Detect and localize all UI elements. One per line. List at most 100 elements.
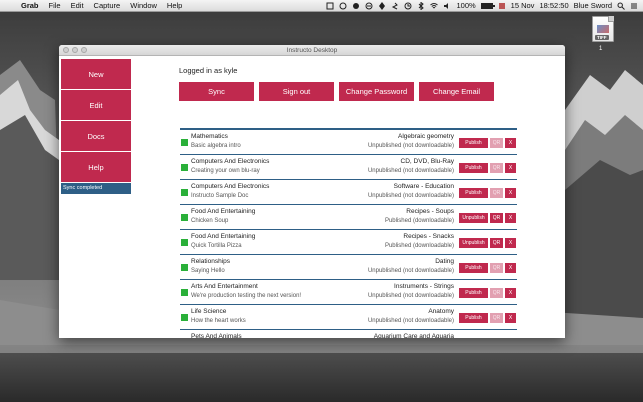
change-password-button[interactable]: Change Password (339, 82, 414, 101)
sidebar: New Edit Docs Help Sync completed (61, 59, 131, 194)
publish-toggle-button[interactable]: Publish (459, 313, 488, 323)
menubar-date[interactable]: 15 Nov (511, 1, 535, 10)
delete-button[interactable]: X (505, 138, 516, 148)
doc-title: We're production testing the next versio… (191, 293, 302, 299)
doc-list-viewport[interactable]: Mathematics Basic algebra intro Algebraic … (180, 128, 517, 338)
doc-row[interactable]: Food And Entertaining Chicken Soup Recipes… (180, 205, 517, 230)
doc-category: Arts And Entertainment (191, 283, 258, 290)
tiff-file-icon[interactable]: TIFF (592, 16, 614, 42)
publish-toggle-button[interactable]: Unpublish (459, 238, 488, 248)
battery-icon[interactable] (480, 2, 495, 9)
delete-button[interactable]: X (505, 313, 516, 323)
menu-edit[interactable]: Edit (66, 1, 89, 10)
row-actions: Publish QR X (459, 188, 516, 198)
status-indicator (181, 314, 188, 321)
doc-title: Chicken Soup (191, 218, 229, 224)
doc-publish-status: Unpublished (not downloadable) (367, 293, 454, 299)
zoom-window-button[interactable] (81, 47, 87, 53)
spotlight-icon[interactable] (617, 2, 625, 10)
doc-category: Food And Entertaining (191, 208, 256, 215)
doc-subcategory: Instruments - Strings (394, 283, 454, 290)
status-icon-1[interactable] (326, 2, 334, 10)
doc-publish-status: Unpublished (not downloadable) (367, 193, 454, 199)
doc-subcategory: Recipes - Snacks (403, 233, 454, 240)
doc-row[interactable]: Pets And Animals Aquarium Care and Aquari… (180, 330, 517, 338)
publish-toggle-button[interactable]: Publish (459, 288, 488, 298)
qr-button: QR (490, 163, 503, 173)
time-machine-icon[interactable] (404, 2, 412, 10)
doc-row[interactable]: Relationships Saying Hello Dating Unpublish… (180, 255, 517, 280)
sync-button[interactable]: Sync (179, 82, 254, 101)
status-indicator (181, 164, 188, 171)
status-indicator (181, 214, 188, 221)
publish-toggle-button[interactable]: Publish (459, 263, 488, 273)
doc-row[interactable]: Computers And Electronics Instructo Sampl… (180, 180, 517, 205)
edit-button[interactable]: Edit (61, 90, 131, 121)
publish-toggle-button[interactable]: Publish (459, 163, 488, 173)
menubar-user[interactable]: Blue Sword (574, 1, 612, 10)
notification-center-icon[interactable] (630, 2, 638, 10)
delete-button[interactable]: X (505, 238, 516, 248)
account-actions: Sync Sign out Change Password Change Ema… (179, 82, 494, 101)
file-type-tag: TIFF (595, 35, 609, 40)
doc-row[interactable]: Food And Entertaining Quick Tortilla Pizz… (180, 230, 517, 255)
doc-title: Saying Hello (191, 268, 225, 274)
help-button[interactable]: Help (61, 152, 131, 183)
menu-help[interactable]: Help (162, 1, 187, 10)
app-window: Instructo Desktop New Edit Docs Help Syn… (59, 45, 565, 338)
delete-button[interactable]: X (505, 188, 516, 198)
doc-row[interactable]: Mathematics Basic algebra intro Algebraic … (180, 130, 517, 155)
change-email-button[interactable]: Change Email (419, 82, 494, 101)
status-icon-6[interactable] (391, 2, 399, 10)
qr-button[interactable]: QR (490, 213, 503, 223)
qr-button: QR (490, 188, 503, 198)
menu-window[interactable]: Window (125, 1, 162, 10)
doc-publish-status: Published (downloadable) (384, 243, 454, 249)
delete-button[interactable]: X (505, 288, 516, 298)
qr-button: QR (490, 138, 503, 148)
doc-subcategory: Anatomy (428, 308, 454, 315)
battery-percent[interactable]: 100% (456, 1, 475, 10)
publish-toggle-button[interactable]: Unpublish (459, 213, 488, 223)
menu-capture[interactable]: Capture (89, 1, 126, 10)
doc-row[interactable]: Arts And Entertainment We're production t… (180, 280, 517, 305)
doc-row[interactable]: Life Science How the heart works Anatomy Un… (180, 305, 517, 330)
doc-subcategory: Dating (435, 258, 454, 265)
publish-toggle-button[interactable]: Publish (459, 188, 488, 198)
doc-category: Computers And Electronics (191, 183, 270, 190)
status-icon-4[interactable] (365, 2, 373, 10)
status-icon-3[interactable] (352, 2, 360, 10)
doc-row[interactable]: Computers And Electronics Creating your o… (180, 155, 517, 180)
flag-icon[interactable] (498, 2, 506, 10)
new-button[interactable]: New (61, 59, 131, 90)
delete-button[interactable]: X (505, 263, 516, 273)
close-window-button[interactable] (63, 47, 69, 53)
wifi-icon[interactable] (430, 2, 439, 10)
menubar-time[interactable]: 18:52:50 (539, 1, 568, 10)
doc-title: Basic algebra intro (191, 143, 241, 149)
publish-toggle-button[interactable]: Publish (459, 138, 488, 148)
doc-publish-status: Unpublished (not downloadable) (367, 143, 454, 149)
doc-subcategory: CD, DVD, Blu-Ray (400, 158, 454, 165)
doc-category: Mathematics (191, 133, 228, 140)
doc-publish-status: Unpublished (not downloadable) (367, 318, 454, 324)
bluetooth-icon[interactable] (417, 1, 425, 10)
delete-button[interactable]: X (505, 213, 516, 223)
sign-out-button[interactable]: Sign out (259, 82, 334, 101)
status-icon-2[interactable] (339, 2, 347, 10)
qr-button[interactable]: QR (490, 238, 503, 248)
delete-button[interactable]: X (505, 163, 516, 173)
doc-category: Computers And Electronics (191, 158, 270, 165)
volume-icon[interactable] (443, 2, 451, 10)
row-actions: Unpublish QR X (459, 238, 516, 248)
menu-app-grab[interactable]: Grab (16, 1, 44, 10)
status-icon-5[interactable] (378, 1, 386, 10)
menu-file[interactable]: File (44, 1, 66, 10)
docs-button[interactable]: Docs (61, 121, 131, 152)
battery-fill (481, 3, 492, 8)
minimize-window-button[interactable] (72, 47, 78, 53)
window-titlebar[interactable]: Instructo Desktop (59, 45, 565, 56)
doc-title: How the heart works (191, 318, 246, 324)
doc-list: Mathematics Basic algebra intro Algebraic … (180, 128, 517, 338)
file-label[interactable]: 1 (599, 46, 602, 52)
